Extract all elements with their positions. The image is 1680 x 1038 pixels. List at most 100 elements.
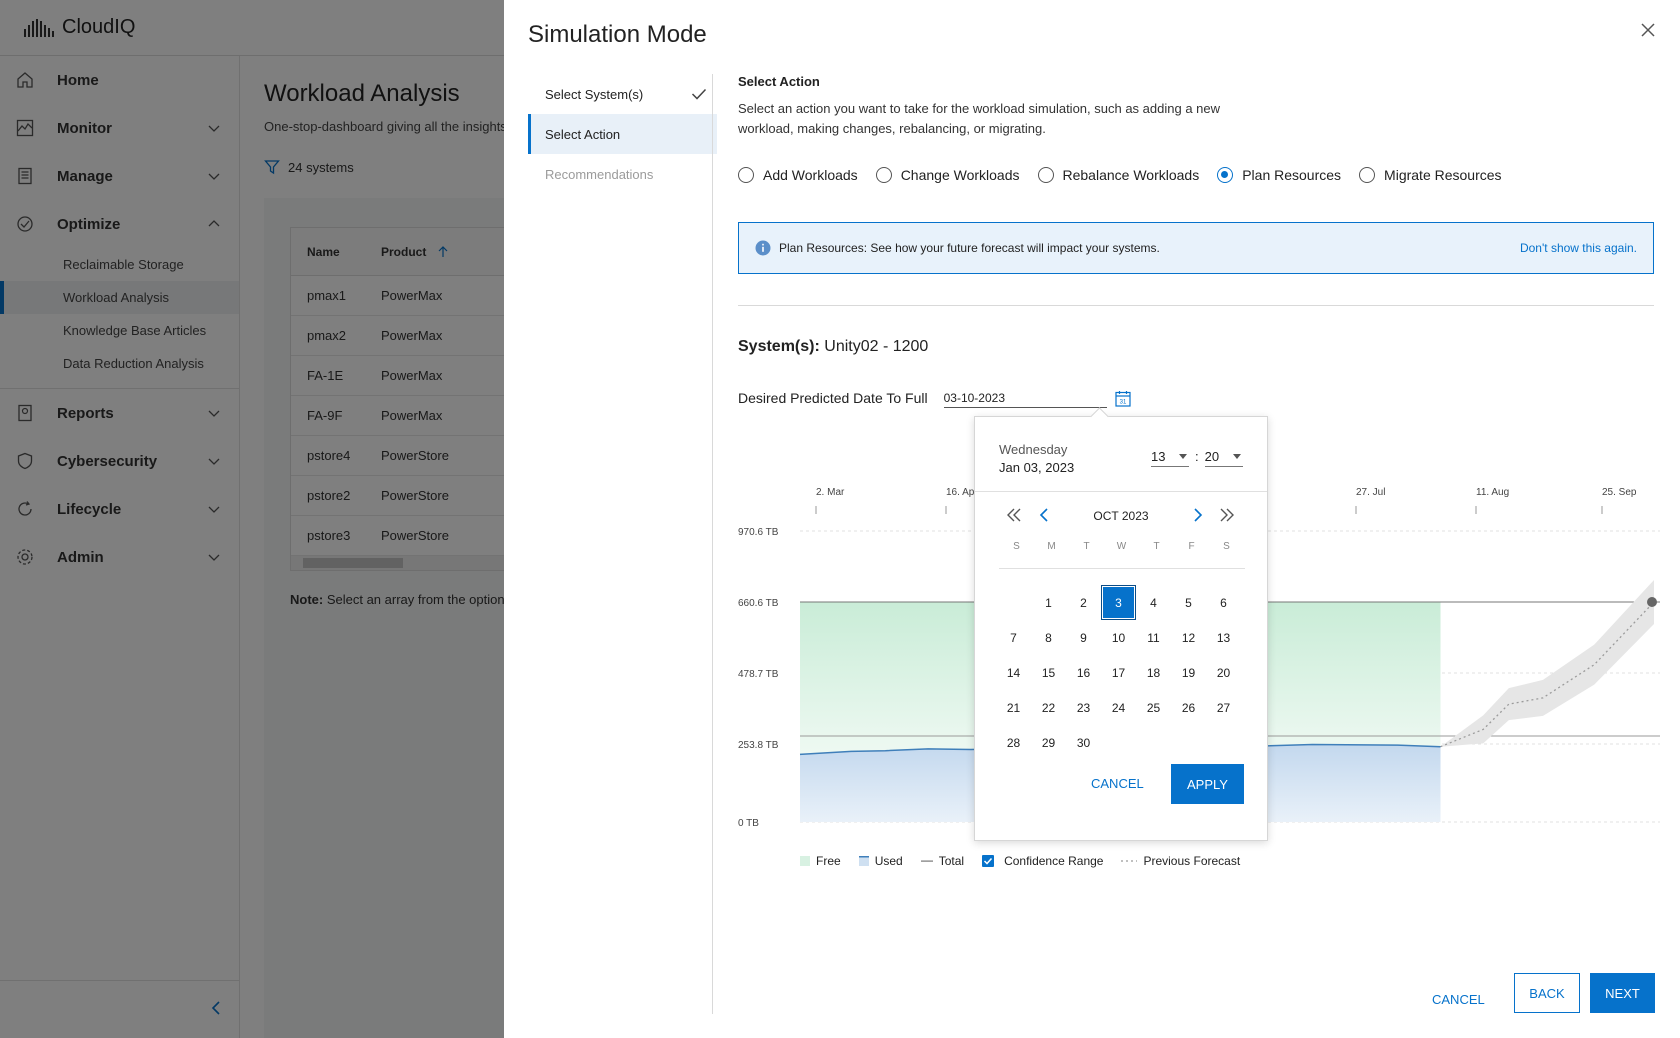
legend-item-used[interactable]: Used bbox=[858, 854, 903, 868]
weekday-label: T bbox=[1153, 541, 1160, 552]
calendar-day[interactable]: 22 bbox=[1031, 690, 1066, 725]
day-number: 25 bbox=[1146, 700, 1161, 715]
legend-item-free[interactable]: Free bbox=[800, 854, 841, 868]
legend-item-total[interactable]: Total bbox=[920, 854, 965, 868]
day-number: 15 bbox=[1041, 665, 1056, 680]
hour-select[interactable]: 13 bbox=[1151, 446, 1189, 467]
drawer-title: Simulation Mode bbox=[528, 21, 707, 48]
legend-item-confidence-range[interactable]: Confidence Range bbox=[982, 854, 1103, 868]
calendar-day[interactable]: 13 bbox=[1206, 620, 1241, 655]
x-tick-label: 11. Aug bbox=[1476, 487, 1509, 498]
picker-apply-button[interactable]: APPLY bbox=[1171, 764, 1244, 804]
weekday-divider bbox=[999, 568, 1245, 569]
chart-legend: Free Used Total Confidence Range Previou… bbox=[800, 854, 1258, 868]
calendar-day[interactable]: 30 bbox=[1066, 725, 1101, 760]
dont-show-again-link[interactable]: Don't show this again. bbox=[1520, 241, 1637, 255]
y-tick-label: 253.8 TB bbox=[738, 740, 779, 751]
calendar-day[interactable]: 5 bbox=[1171, 585, 1206, 620]
y-tick-label: 0 TB bbox=[738, 818, 759, 829]
minute-select[interactable]: 20 bbox=[1204, 446, 1243, 467]
calendar-day[interactable]: 28 bbox=[996, 725, 1031, 760]
hour-value: 13 bbox=[1151, 448, 1166, 464]
calendar-day[interactable]: 6 bbox=[1206, 585, 1241, 620]
forecast-end-point bbox=[1647, 597, 1657, 607]
day-number: 5 bbox=[1185, 595, 1192, 610]
next-button[interactable]: NEXT bbox=[1590, 973, 1655, 1013]
calendar-day[interactable]: 14 bbox=[996, 655, 1031, 690]
calendar-blank bbox=[996, 585, 1031, 620]
day-number: 10 bbox=[1111, 630, 1126, 645]
step-label: Select Action bbox=[545, 126, 621, 142]
weekday-label: S bbox=[1223, 541, 1230, 552]
calendar-day[interactable]: 24 bbox=[1101, 690, 1136, 725]
checkbox-checked-icon[interactable] bbox=[982, 855, 995, 867]
step-select-action[interactable]: Select Action bbox=[528, 114, 717, 154]
legend-swatch-used bbox=[858, 856, 869, 866]
radio-add-workloads[interactable]: Add Workloads bbox=[738, 167, 858, 183]
day-number: 8 bbox=[1045, 630, 1052, 645]
confidence-band bbox=[1440, 580, 1654, 747]
back-button[interactable]: BACK bbox=[1514, 973, 1580, 1013]
close-icon[interactable] bbox=[1638, 20, 1658, 40]
calendar-day[interactable]: 16 bbox=[1066, 655, 1101, 690]
calendar-day[interactable]: 25 bbox=[1136, 690, 1171, 725]
calendar-day[interactable]: 17 bbox=[1101, 655, 1136, 690]
calendar-day-selected[interactable]: 3 bbox=[1101, 585, 1136, 620]
day-number: 30 bbox=[1076, 735, 1091, 750]
legend-swatch-forecast bbox=[1121, 860, 1138, 862]
calendar-day[interactable]: 1 bbox=[1031, 585, 1066, 620]
calendar-day[interactable]: 7 bbox=[996, 620, 1031, 655]
picker-cancel-button[interactable]: CANCEL bbox=[1091, 776, 1144, 791]
calendar-day[interactable]: 26 bbox=[1171, 690, 1206, 725]
calendar-day[interactable]: 27 bbox=[1206, 690, 1241, 725]
radio-migrate-resources[interactable]: Migrate Resources bbox=[1359, 167, 1502, 183]
calendar-day[interactable]: 19 bbox=[1171, 655, 1206, 690]
calendar-day[interactable]: 29 bbox=[1031, 725, 1066, 760]
date-to-full-input[interactable] bbox=[943, 388, 1107, 408]
calendar-day[interactable]: 23 bbox=[1066, 690, 1101, 725]
calendar-day[interactable]: 4 bbox=[1136, 585, 1171, 620]
day-number: 1 bbox=[1045, 595, 1052, 610]
calendar-day[interactable]: 11 bbox=[1136, 620, 1171, 655]
legend-label: Total bbox=[938, 854, 965, 868]
cancel-button[interactable]: CANCEL bbox=[1432, 992, 1485, 1007]
radio-unchecked-icon bbox=[1359, 167, 1376, 183]
section-title: Select Action bbox=[738, 74, 820, 89]
day-number: 13 bbox=[1216, 630, 1231, 645]
date-picker-popover: Wednesday Jan 03, 2023 13 : 20 OCT 2023 … bbox=[974, 416, 1268, 841]
day-number: 4 bbox=[1150, 595, 1157, 610]
radio-label: Rebalance Workloads bbox=[1062, 167, 1200, 183]
calendar-day[interactable]: 8 bbox=[1031, 620, 1066, 655]
legend-item-previous-forecast[interactable]: Previous Forecast bbox=[1121, 854, 1240, 868]
step-label: Recommendations bbox=[545, 166, 654, 182]
x-tick-label: 16. Ap bbox=[946, 487, 975, 498]
dropdown-arrow-icon bbox=[1232, 453, 1241, 459]
action-radio-group: Add Workloads Change Workloads Rebalance W… bbox=[738, 165, 1660, 185]
calendar-day[interactable]: 2 bbox=[1066, 585, 1101, 620]
picker-time: 13 : 20 bbox=[1151, 446, 1243, 467]
next-year-icon[interactable] bbox=[1218, 506, 1236, 524]
radio-change-workloads[interactable]: Change Workloads bbox=[875, 167, 1020, 183]
calendar-day[interactable]: 9 bbox=[1066, 620, 1101, 655]
calendar-day[interactable]: 21 bbox=[996, 690, 1031, 725]
day-number: 11 bbox=[1147, 630, 1160, 645]
picker-selected-date: Jan 03, 2023 bbox=[999, 460, 1075, 475]
calendar-day[interactable]: 18 bbox=[1136, 655, 1171, 690]
calendar-day[interactable]: 20 bbox=[1206, 655, 1241, 690]
next-month-icon[interactable] bbox=[1189, 506, 1207, 524]
modal-scrim[interactable] bbox=[0, 0, 504, 1038]
radio-rebalance-workloads[interactable]: Rebalance Workloads bbox=[1037, 167, 1200, 183]
calendar-icon[interactable]: 31 bbox=[1115, 390, 1131, 407]
legend-label: Free bbox=[816, 854, 841, 868]
day-number: 18 bbox=[1146, 665, 1161, 680]
systems-label: System(s): bbox=[738, 338, 820, 355]
radio-plan-resources[interactable]: Plan Resources bbox=[1217, 167, 1341, 183]
day-number: 6 bbox=[1220, 595, 1227, 610]
day-number: 21 bbox=[1006, 700, 1021, 715]
step-select-systems[interactable]: Select System(s) bbox=[528, 74, 717, 114]
calendar-day[interactable]: 12 bbox=[1171, 620, 1206, 655]
calendar-day[interactable]: 10 bbox=[1101, 620, 1136, 655]
calendar-day[interactable]: 15 bbox=[1031, 655, 1066, 690]
step-recommendations: Recommendations bbox=[528, 154, 717, 194]
day-number: 27 bbox=[1216, 700, 1231, 715]
